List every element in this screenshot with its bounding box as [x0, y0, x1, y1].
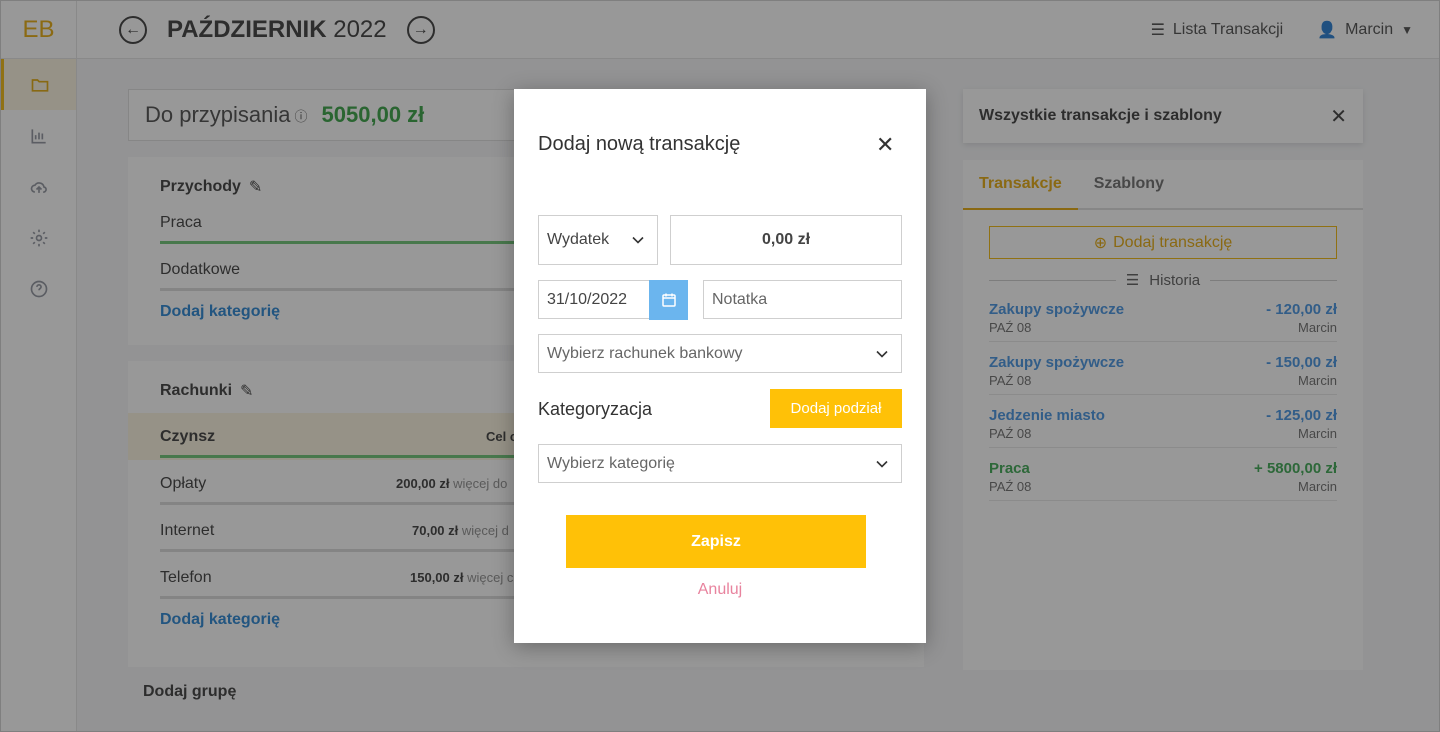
chevron-down-icon [632, 236, 644, 244]
bank-account-placeholder: Wybierz rachunek bankowy [547, 344, 743, 362]
transaction-type-select[interactable]: Wydatek [538, 215, 658, 265]
chevron-down-icon [876, 350, 888, 358]
calendar-icon [661, 293, 676, 307]
category-select[interactable]: Wybierz kategorię [538, 444, 902, 483]
save-button[interactable]: Zapisz [566, 515, 866, 568]
amount-value: 0,00 zł [761, 231, 811, 248]
amount-input[interactable]: 0,00 zł [670, 215, 902, 265]
note-input[interactable]: Notatka [703, 280, 902, 319]
categorization-label: Kategoryzacja [538, 399, 653, 419]
add-split-button[interactable]: Dodaj podział [770, 389, 902, 428]
calendar-button[interactable] [649, 280, 688, 320]
chevron-down-icon [876, 460, 888, 468]
bank-account-select[interactable]: Wybierz rachunek bankowy [538, 334, 902, 373]
close-icon[interactable]: ✕ [876, 134, 894, 156]
transaction-type-value: Wydatek [547, 231, 610, 248]
note-placeholder: Notatka [712, 290, 768, 308]
modal-title: Dodaj nową transakcję [538, 133, 741, 155]
date-value: 31/10/2022 [547, 290, 628, 308]
cancel-button[interactable]: Anuluj [514, 581, 926, 599]
date-input[interactable]: 31/10/2022 [538, 280, 688, 320]
add-transaction-modal: Dodaj nową transakcję ✕ Wydatek 0,00 zł … [514, 89, 926, 643]
category-placeholder: Wybierz kategorię [547, 454, 675, 472]
